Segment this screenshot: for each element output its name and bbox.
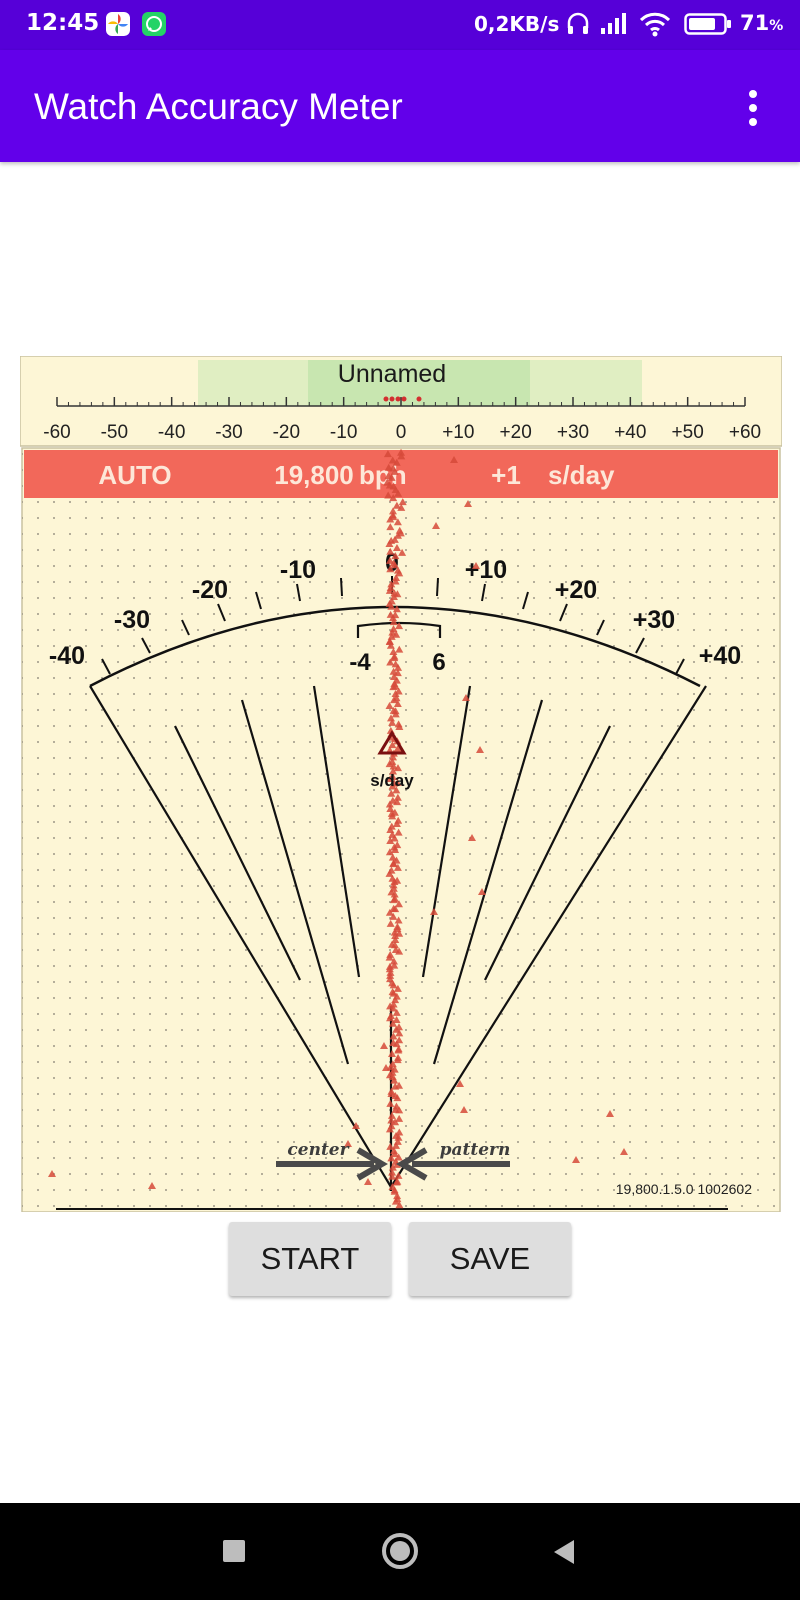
dial-label: +20 (555, 576, 597, 604)
meter-panel: -60 -50 -40 -30 -20 -10 0 +10 +20 +30 +40 +50 +60 Un… (20, 356, 782, 1212)
dial-label: +30 (633, 606, 675, 634)
back-icon[interactable] (552, 1539, 576, 1569)
photos-icon (106, 12, 130, 36)
trace-ruler-label: -30 (215, 422, 242, 443)
dial-label: -20 (192, 576, 228, 604)
trace-ruler-label: +40 (614, 422, 646, 443)
navigation-bar (0, 1503, 800, 1600)
home-icon[interactable] (381, 1532, 419, 1574)
battery-icon (684, 13, 732, 39)
tolerance-low: -4 (349, 649, 371, 676)
meter-graphic: -60 -50 -40 -30 -20 -10 0 +10 +20 +30 +40 +50 +60 Un… (20, 356, 782, 1212)
dial-area (21, 447, 781, 1212)
trace-ruler-label: -10 (330, 422, 357, 443)
trace-ruler-label: -40 (158, 422, 185, 443)
trace-ruler-label: +30 (557, 422, 589, 443)
trace-ruler-label: +20 (500, 422, 532, 443)
center-label: center (287, 1140, 349, 1160)
trace-name: Unnamed (338, 360, 446, 388)
trace-ruler-label: +60 (729, 422, 761, 443)
status-bar: 12:45 0,2KB/s 71% (0, 0, 800, 50)
trace-ruler-label: -20 (273, 422, 300, 443)
save-button[interactable]: SAVE (409, 1222, 571, 1296)
trace-ruler-label: +10 (442, 422, 474, 443)
overflow-menu-icon[interactable] (738, 88, 768, 128)
version-text: 19,800.1.5.0 1002602 (616, 1181, 752, 1197)
start-button[interactable]: START (229, 1222, 391, 1296)
app-title: Watch Accuracy Meter (34, 86, 403, 127)
dial-label: -30 (114, 606, 150, 634)
pattern-label: pattern (440, 1140, 511, 1160)
button-row: START SAVE (0, 1222, 800, 1302)
trace-ruler-label: -50 (101, 422, 128, 443)
recents-icon[interactable] (222, 1539, 246, 1567)
wifi-icon (639, 11, 671, 41)
status-time: 12:45 (26, 10, 100, 36)
mode-label: AUTO (98, 460, 171, 490)
dial-label: +10 (465, 556, 507, 584)
dial-label: -10 (280, 556, 316, 584)
network-speed: 0,2KB/s (474, 12, 560, 36)
trace-ruler-label: +50 (672, 422, 704, 443)
headphones-icon (566, 11, 590, 41)
dial-label: -40 (49, 642, 85, 670)
rate-unit: s/day (548, 460, 615, 490)
whatsapp-icon (142, 12, 166, 36)
trace-ruler-label: -60 (43, 422, 70, 443)
pointer-unit: s/day (370, 771, 414, 790)
signal-icon (600, 11, 628, 39)
dial-label: +40 (699, 642, 741, 670)
battery-level: 71% (740, 11, 784, 35)
tolerance-high: 6 (432, 649, 445, 676)
app-bar: Watch Accuracy Meter (0, 50, 800, 162)
beat-rate-value: 19,800 (274, 460, 354, 490)
trace-strip: -60 -50 -40 -30 -20 -10 0 +10 +20 +30 +40 +50 +60 Un… (20, 356, 782, 447)
trace-ruler-label: 0 (396, 422, 407, 443)
rate-value: +1 (491, 460, 521, 490)
